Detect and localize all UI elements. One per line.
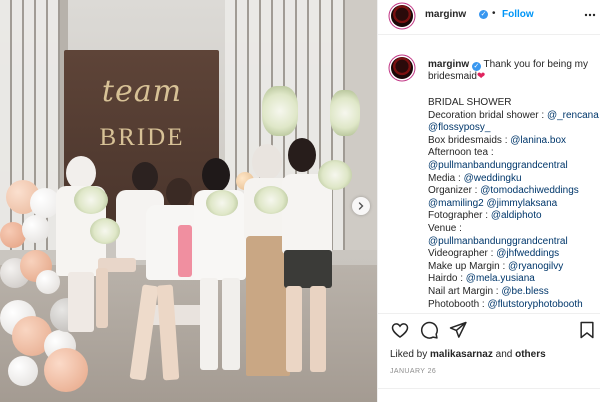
flower-arrangement [330, 90, 360, 136]
chevron-right-icon [358, 202, 364, 210]
verified-badge-icon: ✓ [471, 62, 481, 71]
caption-line-text: Hairdo : [428, 273, 466, 285]
caption-line: @pullmanbandunggrandcentral [428, 236, 600, 249]
caption-mention-link[interactable]: @pullmanbandunggrandcentral [428, 236, 568, 247]
caption-line-text: Afternoon tea : [428, 147, 494, 159]
post-date[interactable]: JANUARY 26 [390, 368, 436, 375]
caption-line: Box bridesmaids : @lanina.box [428, 135, 600, 148]
caption-first-line: marginw ✓ Thank you for being my bridesm… [428, 59, 596, 83]
add-comment-bar[interactable] [378, 388, 600, 403]
caption-line: @pullmanbandunggrandcentral [428, 160, 600, 173]
more-options-icon[interactable] [584, 6, 596, 20]
caption-mention-link[interactable]: @jhfweddings [496, 248, 559, 259]
caption-line-text: Photobooth : [428, 298, 488, 310]
balloon [22, 215, 50, 243]
bouquet [206, 190, 238, 216]
liked-by-user[interactable]: malikasarnaz [430, 349, 493, 360]
caption-line: @mamiling2 @jimmylaksana [428, 198, 600, 211]
caption-line: Decoration bridal shower : @_rencana [428, 110, 600, 123]
caption-mention-link[interactable]: @weddingku [464, 173, 522, 184]
avatar[interactable] [391, 5, 413, 27]
caption-mention-link[interactable]: @mela.yusiana [466, 273, 535, 284]
backdrop-bride-text: BRIDE [99, 124, 185, 151]
heart-icon[interactable] [390, 320, 410, 340]
caption-line: Venue : [428, 223, 600, 236]
caption-line: Afternoon tea : [428, 147, 600, 160]
likes-prefix: Liked by [390, 349, 431, 360]
caption-line: Fotographer : @aldiphoto [428, 210, 600, 223]
caption-mention-link[interactable]: @ryanogilvy [508, 261, 563, 272]
post-header: marginw ✓ • Follow [378, 0, 600, 35]
caption-mention-link[interactable]: @flutstoryphotobooth [488, 299, 583, 310]
caption-line: Organizer : @tomodachiweddings [428, 185, 600, 198]
caption-line: Videographer : @jhfweddings [428, 248, 600, 261]
caption-line-text: Box bridesmaids : [428, 134, 511, 146]
next-photo-button[interactable] [352, 197, 370, 215]
caption-mention-link[interactable]: @lanina.box [510, 135, 566, 146]
caption-line: Media : @weddingku [428, 173, 600, 186]
comment-icon[interactable] [419, 320, 439, 340]
action-bar [378, 314, 600, 344]
caption-line: @flossyposy_ [428, 122, 600, 135]
likes-summary: Liked by malikasarnaz and others [390, 349, 546, 360]
caption-line: Nail art Margin : @be.bless [428, 286, 600, 299]
caption-mention-link[interactable]: @pullmanbandunggrandcentral [428, 160, 568, 171]
caption-mention-link[interactable]: @_rencana [547, 110, 599, 121]
verified-badge-icon: ✓ [479, 10, 488, 19]
instagram-post: team BRIDE marginw ✓ • Follow marginw ✓ … [0, 0, 600, 402]
balloon [8, 356, 38, 386]
header-username[interactable]: marginw [425, 9, 466, 20]
bouquet [74, 186, 108, 214]
bouquet [90, 218, 120, 244]
caption-mention-link[interactable]: @aldiphoto [491, 210, 542, 221]
share-icon[interactable] [448, 320, 468, 340]
balloon [44, 348, 88, 392]
caption-area: marginw ✓ Thank you for being my bridesm… [378, 35, 600, 314]
caption-credits: BRIDAL SHOWER Decoration bridal shower : … [428, 97, 600, 311]
caption-mention-link[interactable]: @be.bless [501, 286, 548, 297]
caption-line-text: Media : [428, 172, 464, 184]
caption-line-text: BRIDAL SHOWER [428, 97, 512, 108]
bouquet [318, 160, 352, 190]
caption-line-text: Venue : [428, 222, 462, 234]
caption-line: Photobooth : @flutstoryphotobooth [428, 299, 600, 312]
post-sidebar: marginw ✓ • Follow marginw ✓ Thank you f… [377, 0, 600, 402]
caption-line-text: Videographer : [428, 248, 497, 260]
bouquet [254, 186, 288, 214]
caption-mention-link[interactable]: @tomodachiweddings [480, 185, 579, 196]
separator-dot: • [492, 8, 496, 19]
caption-line: BRIDAL SHOWER [428, 97, 600, 110]
caption-line: Make up Margin : @ryanogilvy [428, 261, 600, 274]
post-photo[interactable]: team BRIDE [0, 0, 377, 402]
caption-mention-link[interactable]: @flossyposy_ [428, 122, 490, 133]
follow-button[interactable]: Follow [502, 9, 534, 20]
caption-line-text: Organizer : [428, 185, 481, 197]
caption-avatar[interactable] [391, 57, 413, 79]
caption-line-text: Fotographer : [428, 210, 491, 222]
bookmark-icon[interactable] [577, 320, 597, 340]
caption-line-text: Decoration bridal shower : [428, 109, 547, 121]
flower-arrangement [262, 86, 298, 136]
likes-others[interactable]: others [515, 349, 546, 360]
caption-line: Hairdo : @mela.yusiana [428, 273, 600, 286]
backdrop-team-text: team [101, 74, 183, 109]
likes-middle: and [492, 349, 516, 360]
heart-emoji: ❤ [476, 71, 486, 82]
caption-username[interactable]: marginw [428, 59, 469, 70]
caption-line-text: Make up Margin : [428, 260, 509, 272]
caption-mention-link[interactable]: @mamiling2 @jimmylaksana [428, 198, 557, 209]
caption-line-text: Nail art Margin : [428, 285, 502, 297]
